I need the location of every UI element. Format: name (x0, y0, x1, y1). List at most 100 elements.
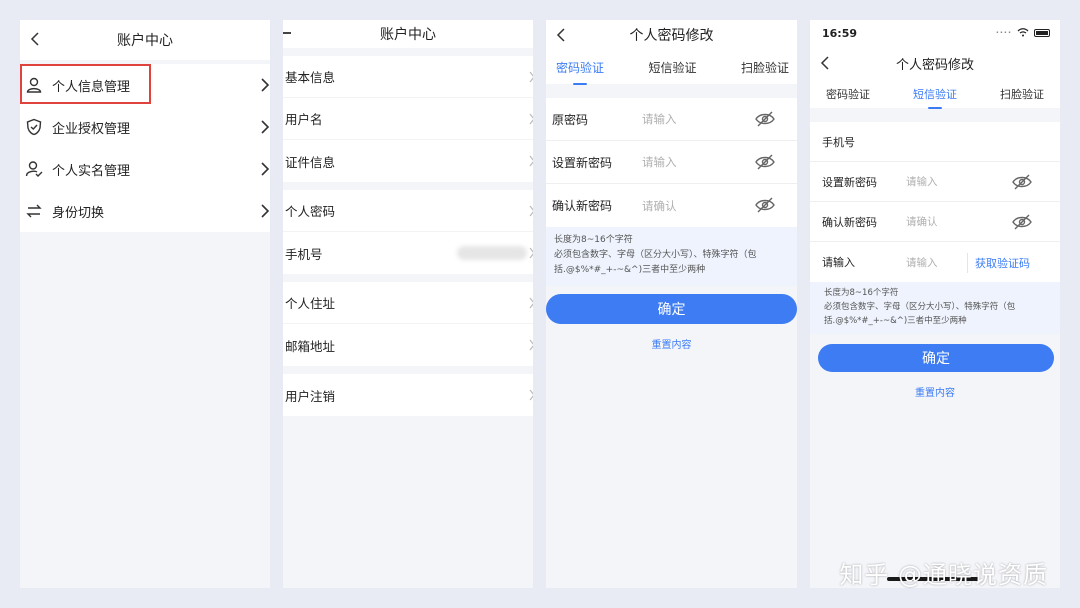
tab-sms-verify[interactable]: 短信验证 (913, 86, 957, 109)
list-item[interactable]: 邮箱地址 (283, 324, 533, 366)
tab-label: 扫脸验证 (740, 60, 789, 75)
menu-item-enterprise-auth[interactable]: 企业授权管理 (20, 106, 270, 148)
list-item[interactable]: 基本信息 (283, 56, 533, 98)
account-details-screen: 账户中心 基本信息 用户名 证件信息 个人密码 手机号 个人住址 邮箱地址 用户… (283, 20, 533, 588)
menu-item-real-name[interactable]: 个人实名管理 (20, 148, 270, 190)
chevron-right-icon (529, 113, 533, 125)
hint-line: 长度为8~16个字符 (824, 288, 899, 298)
chevron-right-icon (261, 204, 270, 218)
eye-off-icon[interactable] (755, 197, 775, 213)
tab-label: 短信验证 (913, 88, 957, 101)
navbar: 个人密码修改 (810, 46, 1060, 80)
back-icon[interactable] (283, 32, 291, 34)
list-item-label: 用户注销 (285, 388, 336, 404)
field-label: 确认新密码 (552, 199, 613, 213)
page-title: 账户中心 (380, 27, 436, 43)
page-title: 个人密码修改 (895, 57, 974, 73)
tab-password-verify[interactable]: 密码验证 (826, 86, 870, 102)
old-password-field[interactable]: 原密码 请输入 (546, 98, 797, 141)
back-icon[interactable] (550, 24, 572, 46)
eye-off-icon[interactable] (1012, 214, 1032, 230)
menu-item-personal-info[interactable]: 个人信息管理 (20, 64, 270, 106)
get-code-button[interactable]: 获取验证码 (975, 255, 1030, 271)
hint-line: 括.@$%*#_+-~&^)三者中至少两种 (554, 265, 706, 275)
new-password-field[interactable]: 设置新密码 请输入 (546, 141, 797, 184)
back-icon[interactable] (814, 52, 836, 74)
list-item[interactable]: 用户注销 (283, 374, 533, 416)
list-item-label: 手机号 (285, 246, 323, 262)
verify-tabs: 密码验证 短信验证 扫脸验证 (546, 50, 797, 85)
confirm-button[interactable]: 确定 (546, 294, 797, 324)
field-label: 原密码 (552, 112, 589, 127)
tab-indicator (928, 107, 942, 109)
chevron-right-icon (261, 120, 270, 134)
tab-label: 短信验证 (648, 60, 697, 75)
person-check-icon (24, 159, 44, 179)
new-password-field[interactable]: 设置新密码 请输入 (810, 162, 1060, 202)
field-label: 请输入 (822, 256, 855, 269)
navbar: 账户中心 (283, 20, 533, 48)
list-item-label: 证件信息 (285, 154, 336, 170)
status-time: 16:59 (822, 26, 858, 40)
wifi-icon (1017, 28, 1029, 37)
field-placeholder[interactable]: 请输入 (906, 174, 938, 189)
chevron-right-icon (529, 71, 533, 83)
field-placeholder[interactable]: 请输入 (642, 154, 677, 170)
field-placeholder[interactable]: 请输入 (642, 111, 677, 127)
hint-line: 必须包含数字、字母（区分大小写）、特殊字符（包 (824, 302, 1016, 312)
chevron-right-icon (529, 205, 533, 217)
status-bar: 16:59 ···· (810, 20, 1060, 46)
masked-value (457, 246, 527, 260)
navbar: 账户中心 (20, 20, 270, 60)
list-item[interactable]: 证件信息 (283, 140, 533, 182)
tab-password-verify[interactable]: 密码验证 (556, 59, 604, 85)
chevron-right-icon (529, 247, 533, 259)
status-icons: ···· (996, 28, 1050, 37)
field-label: 设置新密码 (822, 175, 877, 189)
list-item[interactable]: 用户名 (283, 98, 533, 140)
tab-face-verify[interactable]: 扫脸验证 (1000, 86, 1044, 102)
hint-line: 长度为8~16个字符 (554, 235, 633, 245)
hint-line: 必须包含数字、字母（区分大小写）、特殊字符（包 (554, 250, 757, 260)
list-item[interactable]: 个人密码 (283, 190, 533, 232)
list-item-label: 用户名 (285, 112, 323, 127)
navbar: 个人密码修改 (546, 20, 797, 50)
field-placeholder[interactable]: 请确认 (642, 198, 677, 214)
field-label: 确认新密码 (822, 215, 877, 229)
shield-icon (24, 117, 44, 137)
chevron-right-icon (529, 339, 533, 351)
reset-link[interactable]: 重置内容 (810, 384, 1060, 399)
reset-link[interactable]: 重置内容 (546, 336, 797, 351)
list-item-label: 基本信息 (285, 70, 336, 85)
tab-face-verify[interactable]: 扫脸验证 (741, 59, 789, 76)
tab-sms-verify[interactable]: 短信验证 (648, 59, 696, 76)
signal-icon: ···· (995, 28, 1012, 37)
eye-off-icon[interactable] (1012, 174, 1032, 190)
confirm-password-field[interactable]: 确认新密码 请确认 (546, 184, 797, 227)
field-placeholder[interactable]: 请输入 (906, 255, 938, 270)
page-title: 账户中心 (117, 33, 173, 49)
list-item-label: 个人住址 (285, 296, 336, 311)
account-menu: 个人信息管理 企业授权管理 个人实名管理 身份切换 (20, 64, 270, 232)
menu-item-identity-switch[interactable]: 身份切换 (20, 190, 270, 232)
list-item[interactable]: 个人住址 (283, 282, 533, 324)
tab-label: 扫脸验证 (1000, 88, 1044, 101)
menu-item-label: 个人信息管理 (52, 79, 131, 95)
eye-off-icon[interactable] (755, 154, 775, 170)
menu-item-label: 企业授权管理 (52, 121, 131, 137)
list-item-label: 邮箱地址 (285, 338, 336, 354)
switch-icon (24, 201, 44, 221)
phone-field[interactable]: 手机号 (810, 122, 1060, 162)
confirm-button[interactable]: 确定 (818, 344, 1054, 372)
page-title: 个人密码修改 (629, 28, 714, 44)
field-placeholder[interactable]: 请确认 (906, 214, 938, 229)
chevron-right-icon (529, 155, 533, 167)
chevron-right-icon (529, 297, 533, 309)
list-item[interactable]: 手机号 (283, 232, 533, 274)
sms-code-field[interactable]: 请输入 请输入 获取验证码 (810, 242, 1060, 282)
back-icon[interactable] (24, 28, 46, 50)
eye-off-icon[interactable] (755, 111, 775, 127)
confirm-password-field[interactable]: 确认新密码 请确认 (810, 202, 1060, 242)
chevron-right-icon (261, 162, 270, 176)
field-label: 手机号 (822, 135, 855, 149)
